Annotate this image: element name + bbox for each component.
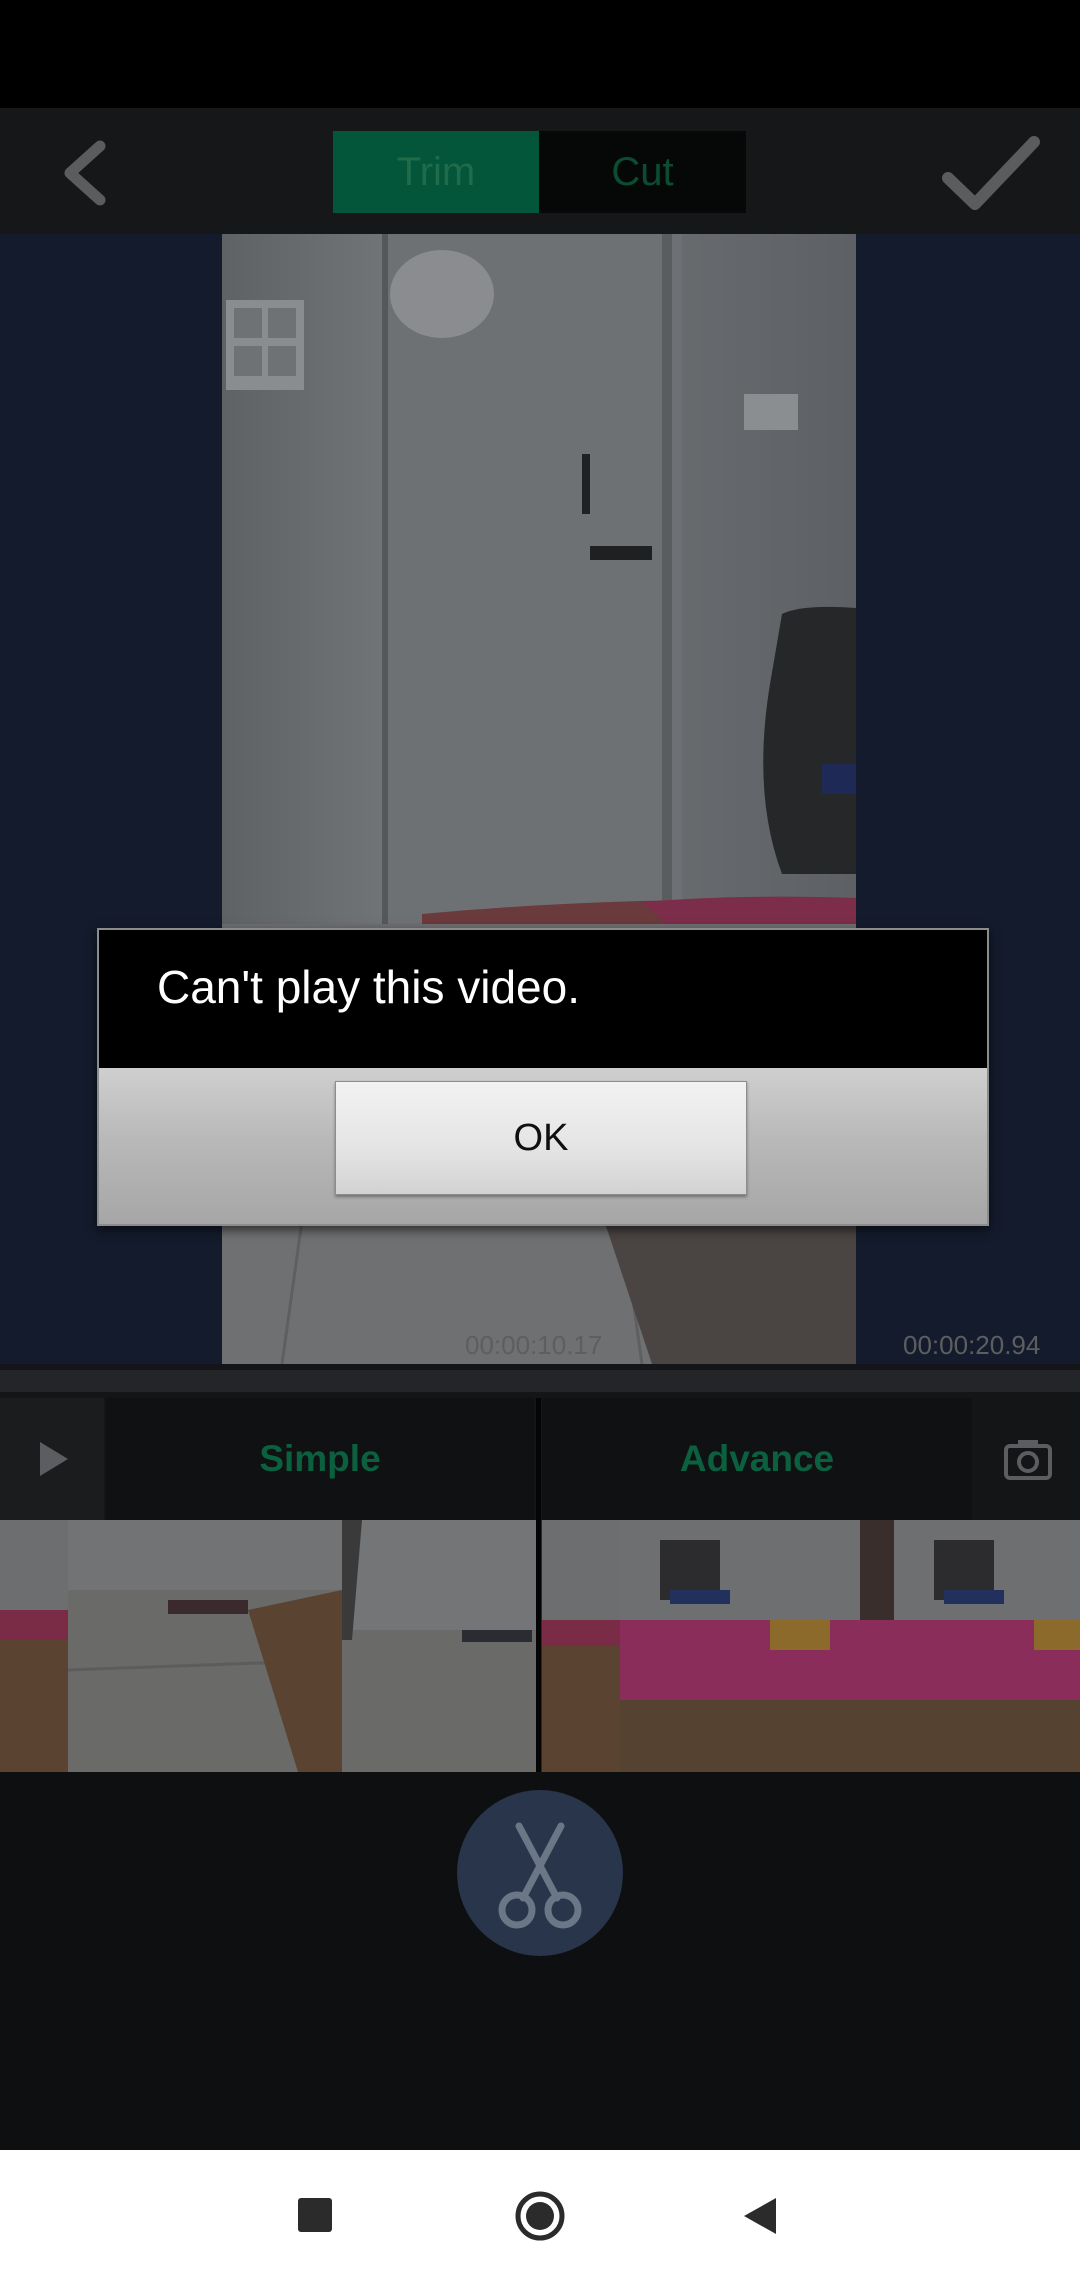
cut-button[interactable] xyxy=(457,1790,623,1956)
tab-trim[interactable]: Trim xyxy=(333,131,539,213)
ok-button[interactable]: OK xyxy=(335,1081,747,1195)
tab-cut[interactable]: Cut xyxy=(539,131,746,213)
recent-apps-square-icon xyxy=(298,2198,332,2232)
dialog-button-area: OK xyxy=(99,1068,987,1224)
chevron-left-icon xyxy=(64,140,106,206)
camera-icon xyxy=(1004,1440,1052,1480)
play-icon xyxy=(40,1442,68,1476)
split-divider[interactable] xyxy=(536,1398,541,1772)
home-button[interactable] xyxy=(514,2190,566,2242)
error-dialog: Can't play this video. OK xyxy=(97,928,989,1226)
thumbnail xyxy=(542,1520,620,1772)
thumbnail xyxy=(894,1520,1080,1772)
tab-simple[interactable]: Simple xyxy=(106,1398,534,1520)
back-button[interactable] xyxy=(48,128,132,218)
confirm-button[interactable] xyxy=(930,120,1050,230)
dialog-message: Can't play this video. xyxy=(157,961,581,1013)
progress-track[interactable] xyxy=(0,1370,1080,1392)
checkmark-icon xyxy=(942,136,1040,210)
scissors-icon xyxy=(498,1822,582,1929)
dialog-message-area: Can't play this video. xyxy=(99,930,987,1068)
thumbnail xyxy=(620,1520,894,1772)
recent-apps-button[interactable] xyxy=(298,2198,332,2232)
home-circle-icon xyxy=(515,2191,565,2241)
snapshot-button[interactable] xyxy=(978,1398,1078,1520)
thumbnail xyxy=(0,1520,68,1772)
system-nav-bar xyxy=(0,2150,1080,2280)
thumbnail xyxy=(342,1520,536,1772)
total-time-label: 00:00:20.94 xyxy=(903,1330,1041,1360)
status-bar xyxy=(0,0,1080,108)
thumbnail xyxy=(68,1520,342,1772)
tab-advance[interactable]: Advance xyxy=(542,1398,972,1520)
back-triangle-icon xyxy=(744,2198,776,2234)
current-time-label: 00:00:10.17 xyxy=(465,1330,603,1360)
nav-back-button[interactable] xyxy=(740,2194,780,2238)
play-button[interactable] xyxy=(0,1398,104,1520)
